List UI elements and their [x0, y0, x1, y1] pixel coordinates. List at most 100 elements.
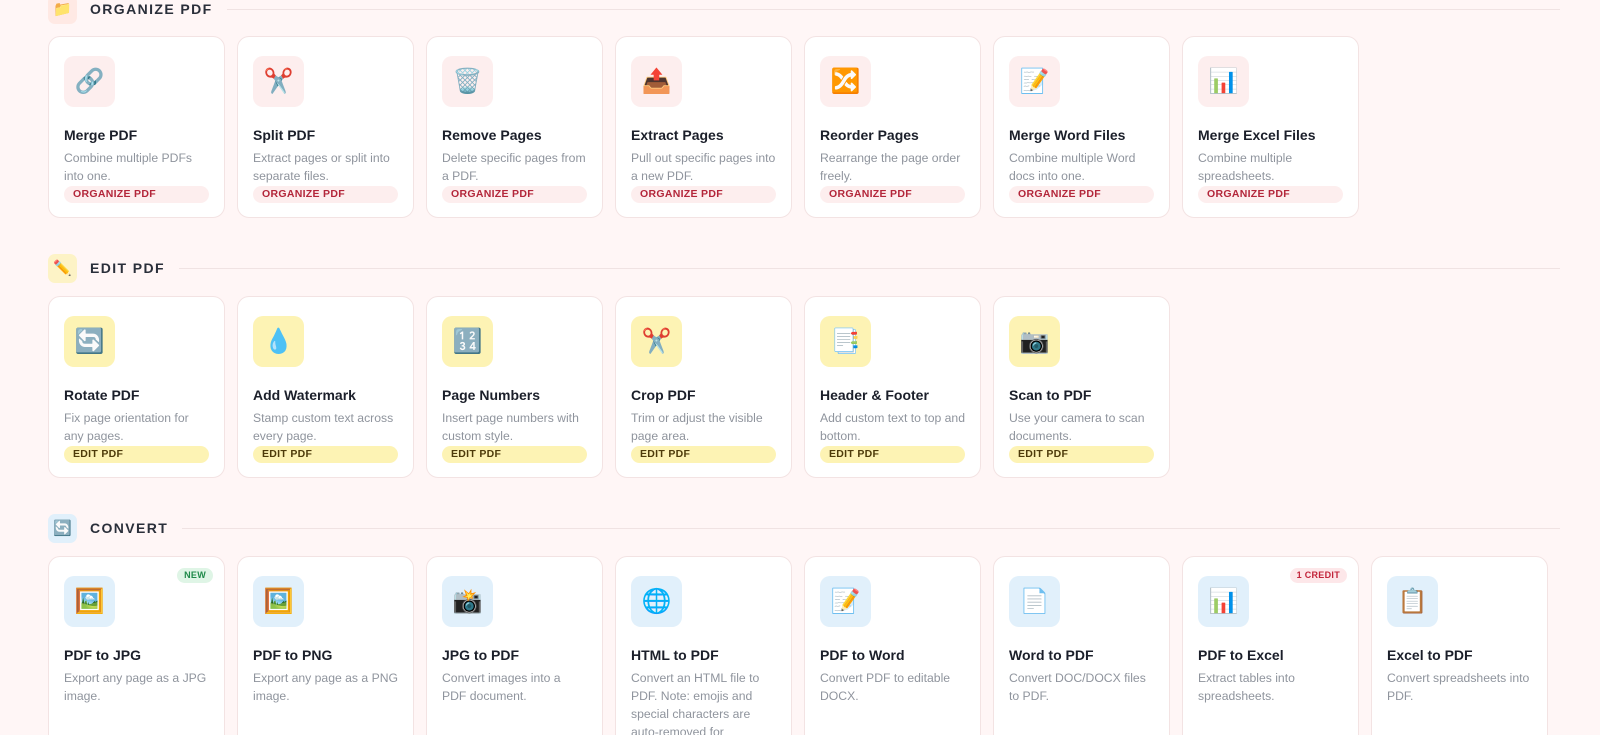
category-tag: EDIT PDF: [631, 446, 776, 463]
tool-card-remove-pages[interactable]: 🗑️ Remove Pages Delete specific pages from…: [426, 36, 603, 218]
tool-description: Extract pages or split into separate fil…: [253, 151, 390, 183]
tool-description: Export any page as a PNG image.: [253, 671, 398, 703]
globe-icon: 🌐: [631, 576, 682, 627]
category-tag: EDIT PDF: [1009, 446, 1154, 463]
tool-title: Remove Pages: [442, 127, 542, 143]
tool-card-pdf-to-excel[interactable]: 📊 PDF to Excel Extract tables into spreads…: [1182, 556, 1359, 735]
tool-card-merge-pdf[interactable]: 🔗 Merge PDF Combine multiple PDFs into one…: [48, 36, 225, 218]
tool-description: Pull out specific pages into a new PDF.: [631, 151, 776, 183]
category-tag: ORGANIZE PDF: [631, 186, 776, 203]
tool-card-word-to-pdf[interactable]: 📄 Word to PDF Convert DOC/DOCX files to PD…: [993, 556, 1170, 735]
tool-title: Reorder Pages: [820, 127, 919, 143]
tool-card-crop-pdf[interactable]: ✂️ Crop PDF Trim or adjust the visible pag…: [615, 296, 792, 478]
bookmark-tabs-icon: 📑: [820, 316, 871, 367]
trash-icon: 🗑️: [442, 56, 493, 107]
tool-card-header-and-footer[interactable]: 📑 Header & Footer Add custom text to top a…: [804, 296, 981, 478]
tool-description: Delete specific pages from a PDF.: [442, 151, 586, 183]
outbox-icon: 📤: [631, 56, 682, 107]
edit-cards: 🔄 Rotate PDF Fix page orientation for any …: [48, 296, 1170, 478]
numbers-icon: 🔢: [442, 316, 493, 367]
tool-card-html-to-pdf[interactable]: 🌐 HTML to PDF Convert an HTML file to PDF.…: [615, 556, 792, 735]
link-icon: 🔗: [64, 56, 115, 107]
category-tag: ORGANIZE PDF: [1198, 186, 1343, 203]
section-header-convert: 🔄 CONVERT: [48, 513, 1560, 543]
category-tag: ORGANIZE PDF: [820, 186, 965, 203]
tool-card-pdf-to-jpg[interactable]: 🖼️ PDF to JPG Export any page as a JPG ima…: [48, 556, 225, 735]
section-divider: [226, 8, 1560, 10]
folder-icon: 📁: [48, 0, 77, 24]
bar-chart-icon: 📊: [1198, 576, 1249, 627]
tool-title: Rotate PDF: [64, 387, 140, 403]
picture-icon: 🖼️: [64, 576, 115, 627]
tool-description: Combine multiple Word docs into one.: [1009, 151, 1136, 183]
tool-description: Export any page as a JPG image.: [64, 671, 207, 703]
tool-title: Scan to PDF: [1009, 387, 1092, 403]
pencil-icon: ✏️: [48, 253, 77, 283]
section-divider: [182, 527, 1560, 529]
memo-icon: 📝: [1009, 56, 1060, 107]
tool-title: Add Watermark: [253, 387, 356, 403]
category-tag: EDIT PDF: [64, 446, 209, 463]
scissors-icon: ✂️: [631, 316, 682, 367]
tool-card-add-watermark[interactable]: 💧 Add Watermark Stamp custom text across e…: [237, 296, 414, 478]
tool-description: Extract tables into spreadsheets.: [1198, 671, 1295, 703]
section-header-edit: ✏️ EDIT PDF: [48, 253, 1560, 283]
tool-card-split-pdf[interactable]: ✂️ Split PDF Extract pages or split into s…: [237, 36, 414, 218]
tool-title: JPG to PDF: [442, 647, 520, 663]
category-tag: EDIT PDF: [253, 446, 398, 463]
tool-description: Combine multiple PDFs into one.: [64, 151, 193, 183]
tool-card-jpg-to-pdf[interactable]: 📸 JPG to PDF Convert images into a PDF doc…: [426, 556, 603, 735]
tool-title: Merge Excel Files: [1198, 127, 1316, 143]
tools-page: 📁 ORGANIZE PDF 🔗 Merge PDF Combine multipl…: [0, 0, 1600, 735]
tool-card-pdf-to-word[interactable]: 📝 PDF to Word Convert PDF to editable DOCX…: [804, 556, 981, 735]
tool-card-excel-to-pdf[interactable]: 📋 Excel to PDF Convert spreadsheets into P…: [1371, 556, 1548, 735]
category-tag: ORGANIZE PDF: [253, 186, 398, 203]
picture-icon: 🖼️: [253, 576, 304, 627]
tool-description: Convert PDF to editable DOCX.: [820, 671, 951, 703]
tool-card-merge-excel-files[interactable]: 📊 Merge Excel Files Combine multiple sprea…: [1182, 36, 1359, 218]
tool-title: Merge Word Files: [1009, 127, 1126, 143]
tool-card-extract-pages[interactable]: 📤 Extract Pages Pull out specific pages in…: [615, 36, 792, 218]
tool-description: Trim or adjust the visible page area.: [631, 411, 763, 443]
tool-title: Crop PDF: [631, 387, 696, 403]
rotate-icon: 🔄: [48, 513, 77, 543]
section-divider: [178, 267, 1560, 269]
clipboard-icon: 📋: [1387, 576, 1438, 627]
tool-card-page-numbers[interactable]: 🔢 Page Numbers Insert page numbers with cu…: [426, 296, 603, 478]
tool-card-merge-word-files[interactable]: 📝 Merge Word Files Combine multiple Word d…: [993, 36, 1170, 218]
tool-title: PDF to JPG: [64, 647, 142, 663]
convert-cards: 🖼️ PDF to JPG Export any page as a JPG ima…: [48, 556, 1548, 735]
tool-description: Convert spreadsheets into PDF.: [1387, 671, 1530, 703]
tool-title: Header & Footer: [820, 387, 929, 403]
tool-card-pdf-to-png[interactable]: 🖼️ PDF to PNG Export any page as a PNG ima…: [237, 556, 414, 735]
organize-cards: 🔗 Merge PDF Combine multiple PDFs into one…: [48, 36, 1359, 218]
tool-description: Insert page numbers with custom style.: [442, 411, 579, 443]
tool-title: PDF to Word: [820, 647, 905, 663]
droplet-icon: 💧: [253, 316, 304, 367]
new-badge: NEW: [177, 568, 213, 583]
tool-title: Excel to PDF: [1387, 647, 1473, 663]
tool-description: Add custom text to top and bottom.: [820, 411, 965, 443]
scissors-icon: ✂️: [253, 56, 304, 107]
tool-card-rotate-pdf[interactable]: 🔄 Rotate PDF Fix page orientation for any …: [48, 296, 225, 478]
camera-flash-icon: 📸: [442, 576, 493, 627]
tool-card-scan-to-pdf[interactable]: 📷 Scan to PDF Use your camera to scan docu…: [993, 296, 1170, 478]
tool-title: PDF to PNG: [253, 647, 333, 663]
category-tag: ORGANIZE PDF: [442, 186, 587, 203]
tool-title: HTML to PDF: [631, 647, 719, 663]
credit-badge: 1 CREDIT: [1289, 568, 1347, 583]
category-tag: EDIT PDF: [820, 446, 965, 463]
camera-icon: 📷: [1009, 316, 1060, 367]
category-tag: ORGANIZE PDF: [1009, 186, 1154, 203]
section-title: EDIT PDF: [90, 260, 165, 276]
tool-card-reorder-pages[interactable]: 🔀 Reorder Pages Rearrange the page order f…: [804, 36, 981, 218]
tool-title: Split PDF: [253, 127, 316, 143]
tool-description: Use your camera to scan documents.: [1009, 411, 1145, 443]
tool-title: Word to PDF: [1009, 647, 1094, 663]
section-header-organize: 📁 ORGANIZE PDF: [48, 0, 1560, 24]
shuffle-icon: 🔀: [820, 56, 871, 107]
tool-description: Convert an HTML file to PDF. Note: emoji…: [631, 671, 760, 735]
tool-description: Convert images into a PDF document.: [442, 671, 561, 703]
tool-description: Rearrange the page order freely.: [820, 151, 961, 183]
tool-description: Fix page orientation for any pages.: [64, 411, 189, 443]
